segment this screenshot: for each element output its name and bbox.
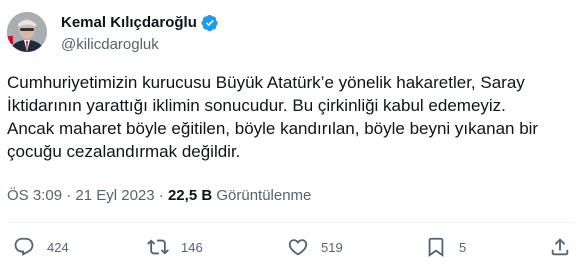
tweet-text: Cumhuriyetimizin kurucusu Büyük Atatürk’… — [7, 71, 567, 163]
retweet-button[interactable]: 146 — [147, 232, 203, 262]
heart-icon — [287, 236, 309, 258]
tweet-text-line: Ancak maharet böyle eğitilen, böyle kand… — [7, 119, 539, 138]
retweet-icon — [147, 236, 169, 258]
tweet-text-line: Cumhuriyetimizin kurucusu Büyük Atatürk’… — [7, 73, 525, 92]
divider — [7, 222, 574, 223]
retweet-count: 146 — [181, 239, 203, 255]
meta-separator: · — [154, 187, 168, 204]
tweet-meta: ÖS 3:09 · 21 Eyl 2023 · 22,5 B Görüntüle… — [7, 187, 311, 205]
reply-icon — [13, 236, 35, 258]
tweet-date[interactable]: 21 Eyl 2023 — [75, 187, 154, 204]
tweet-text-line: çocuğu cezalandırmak değildir. — [7, 142, 241, 161]
reply-button[interactable]: 424 — [13, 232, 69, 262]
tweet-card: Kemal Kılıçdaroğlu @kilicdarogluk Cumhur… — [0, 0, 584, 269]
author-name-row: Kemal Kılıçdaroğlu — [61, 14, 219, 32]
verified-badge-icon — [201, 14, 219, 32]
bookmark-button[interactable]: 5 — [425, 232, 466, 262]
author-name[interactable]: Kemal Kılıçdaroğlu — [61, 14, 197, 32]
views-label[interactable]: Görüntülenme — [216, 187, 311, 204]
avatar-image — [7, 12, 47, 52]
bookmark-count: 5 — [459, 239, 467, 255]
share-icon — [549, 236, 571, 258]
tweet-text-line: İktidarının yarattığı iklimin sonucudur.… — [7, 96, 506, 115]
like-button[interactable]: 519 — [287, 232, 343, 262]
like-count: 519 — [321, 239, 343, 255]
author-handle[interactable]: @kilicdarogluk — [61, 36, 159, 54]
meta-separator: · — [62, 187, 76, 204]
share-button[interactable] — [549, 232, 571, 262]
action-bar: 424 146 519 5 — [0, 232, 584, 262]
tweet-time[interactable]: ÖS 3:09 — [7, 187, 62, 204]
avatar[interactable] — [7, 12, 47, 52]
bookmark-icon — [425, 236, 447, 258]
reply-count: 424 — [47, 239, 69, 255]
views-count[interactable]: 22,5 B — [168, 187, 212, 204]
